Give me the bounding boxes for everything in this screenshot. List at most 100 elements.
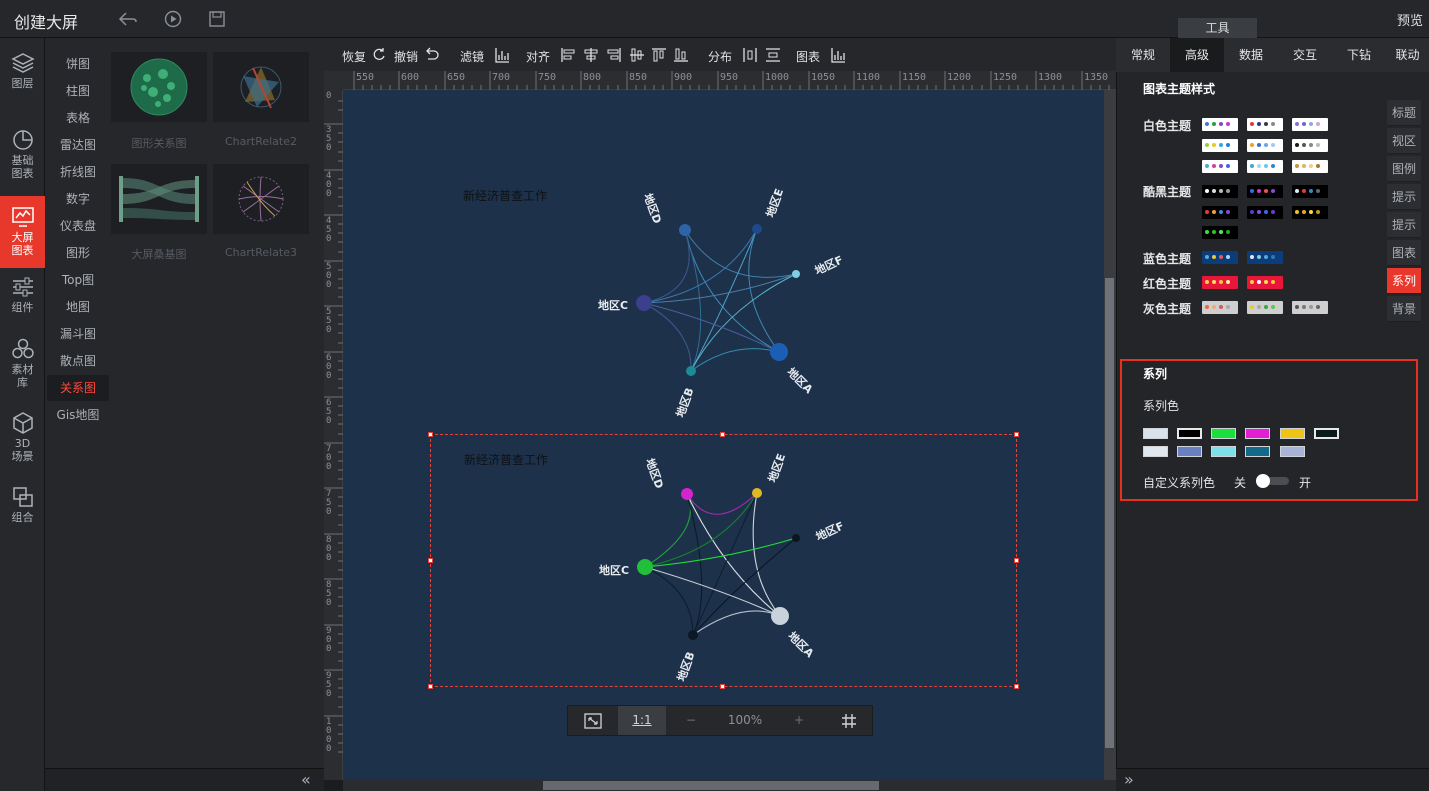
series-color-swatch[interactable] bbox=[1211, 428, 1236, 439]
side-tab-legend[interactable]: 图例 bbox=[1387, 156, 1421, 182]
align-top-icon[interactable] bbox=[651, 47, 667, 63]
side-tab-tooltip[interactable]: 提示 bbox=[1387, 184, 1421, 210]
series-color-swatch[interactable] bbox=[1280, 428, 1305, 439]
theme-swatch[interactable] bbox=[1202, 301, 1238, 314]
tab-linkage[interactable]: 联动 bbox=[1386, 38, 1429, 72]
tab-drilldown[interactable]: 下钻 bbox=[1332, 38, 1386, 72]
tab-advanced[interactable]: 高级 bbox=[1170, 38, 1224, 72]
theme-swatch[interactable] bbox=[1292, 301, 1328, 314]
distribute-button[interactable]: 分布 bbox=[708, 48, 732, 65]
redo-icon[interactable] bbox=[371, 47, 387, 63]
theme-swatch[interactable] bbox=[1292, 160, 1328, 173]
rail-item-group[interactable]: 组合 bbox=[0, 486, 45, 524]
collapse-right-icon[interactable]: » bbox=[1124, 770, 1134, 789]
actual-size-button[interactable]: 1:1 bbox=[618, 706, 666, 735]
category-item[interactable]: 表格 bbox=[47, 105, 109, 131]
theme-swatch[interactable] bbox=[1247, 276, 1283, 289]
series-color-swatch[interactable] bbox=[1143, 446, 1168, 457]
category-item[interactable]: 地图 bbox=[47, 294, 109, 320]
theme-swatch[interactable] bbox=[1202, 185, 1238, 198]
series-color-swatch[interactable] bbox=[1314, 428, 1339, 439]
thumb-chart-relate2[interactable] bbox=[213, 52, 309, 122]
selection-box[interactable] bbox=[428, 432, 1019, 689]
rail-item-basic-charts[interactable]: 基础图表 bbox=[0, 129, 45, 180]
side-tab-title[interactable]: 标题 bbox=[1387, 100, 1421, 126]
series-color-swatch[interactable] bbox=[1143, 428, 1168, 439]
undo-button[interactable]: 撤销 bbox=[394, 48, 418, 65]
tab-data[interactable]: 数据 bbox=[1224, 38, 1278, 72]
resize-handle[interactable] bbox=[1014, 684, 1019, 689]
thumb-graph-relation[interactable] bbox=[111, 52, 207, 122]
side-tab-background[interactable]: 背景 bbox=[1387, 296, 1421, 322]
align-left-icon[interactable] bbox=[560, 47, 576, 63]
resize-handle[interactable] bbox=[1014, 432, 1019, 437]
chart-icon[interactable] bbox=[494, 47, 510, 63]
side-tab-tooltip-text[interactable]: 提示文 bbox=[1387, 212, 1421, 258]
theme-swatch[interactable] bbox=[1202, 139, 1238, 152]
play-icon[interactable] bbox=[163, 9, 183, 29]
resize-handle[interactable] bbox=[428, 684, 433, 689]
theme-swatch[interactable] bbox=[1292, 118, 1328, 131]
theme-swatch[interactable] bbox=[1247, 185, 1283, 198]
resize-handle[interactable] bbox=[720, 432, 725, 437]
theme-swatch[interactable] bbox=[1247, 206, 1283, 219]
rail-item-layers[interactable]: 图层 bbox=[0, 52, 45, 90]
rail-item-3d-scene[interactable]: 3D场景 bbox=[0, 412, 45, 463]
theme-swatch[interactable] bbox=[1292, 185, 1328, 198]
grid-toggle-button[interactable] bbox=[824, 706, 874, 735]
tab-general[interactable]: 常规 bbox=[1116, 38, 1170, 72]
category-item[interactable]: 数字 bbox=[47, 186, 109, 212]
category-item[interactable]: 漏斗图 bbox=[47, 321, 109, 347]
theme-swatch[interactable] bbox=[1292, 139, 1328, 152]
align-center-icon[interactable] bbox=[583, 47, 599, 63]
series-color-swatch[interactable] bbox=[1177, 446, 1202, 457]
category-item[interactable]: Gis地图 bbox=[47, 402, 109, 428]
align-button[interactable]: 对齐 bbox=[526, 48, 550, 65]
rail-item-big-screen-charts[interactable]: 大屏图表 bbox=[0, 196, 45, 268]
undo-icon[interactable] bbox=[424, 47, 440, 63]
category-item[interactable]: Top图 bbox=[47, 267, 109, 293]
theme-swatch[interactable] bbox=[1202, 226, 1238, 239]
zoom-in-button[interactable]: + bbox=[774, 706, 824, 735]
series-color-swatch[interactable] bbox=[1245, 428, 1270, 439]
category-item[interactable]: 仪表盘 bbox=[47, 213, 109, 239]
collapse-left-icon[interactable]: « bbox=[301, 770, 311, 789]
align-bottom-icon[interactable] bbox=[673, 47, 689, 63]
side-tab-viewport[interactable]: 视区 bbox=[1387, 128, 1421, 154]
distribute-vertical-icon[interactable] bbox=[765, 47, 781, 63]
chart-button[interactable]: 图表 bbox=[796, 48, 820, 65]
thumb-sankey[interactable] bbox=[111, 164, 207, 234]
resize-handle[interactable] bbox=[428, 432, 433, 437]
series-color-swatch[interactable] bbox=[1177, 428, 1202, 439]
align-middle-icon[interactable] bbox=[629, 47, 645, 63]
category-item[interactable]: 雷达图 bbox=[47, 132, 109, 158]
theme-swatch[interactable] bbox=[1202, 160, 1238, 173]
preview-button[interactable]: 预览 bbox=[1397, 10, 1423, 29]
category-item[interactable]: 柱图 bbox=[47, 78, 109, 104]
theme-swatch[interactable] bbox=[1202, 276, 1238, 289]
theme-swatch[interactable] bbox=[1247, 160, 1283, 173]
category-item[interactable]: 图形 bbox=[47, 240, 109, 266]
filter-button[interactable]: 滤镜 bbox=[460, 48, 484, 65]
series-color-swatch[interactable] bbox=[1280, 446, 1305, 457]
side-tab-series[interactable]: 系列 bbox=[1387, 268, 1421, 294]
zoom-out-button[interactable]: − bbox=[666, 706, 716, 735]
series-color-swatch[interactable] bbox=[1211, 446, 1236, 457]
align-right-icon[interactable] bbox=[606, 47, 622, 63]
save-icon[interactable] bbox=[207, 9, 227, 29]
horizontal-scroll-thumb[interactable] bbox=[543, 781, 879, 790]
resize-handle[interactable] bbox=[720, 684, 725, 689]
theme-swatch[interactable] bbox=[1247, 139, 1283, 152]
theme-swatch[interactable] bbox=[1292, 206, 1328, 219]
toggle-knob[interactable] bbox=[1256, 474, 1270, 488]
vertical-scroll-thumb[interactable] bbox=[1105, 278, 1114, 748]
theme-swatch[interactable] bbox=[1247, 301, 1283, 314]
theme-swatch[interactable] bbox=[1247, 251, 1283, 264]
category-item[interactable]: 折线图 bbox=[47, 159, 109, 185]
category-item[interactable]: 饼图 bbox=[47, 51, 109, 77]
chart-icon[interactable] bbox=[830, 47, 846, 63]
fit-screen-button[interactable] bbox=[568, 706, 618, 735]
category-item[interactable]: 散点图 bbox=[47, 348, 109, 374]
tools-tab[interactable]: 工具 bbox=[1178, 18, 1257, 38]
tab-interaction[interactable]: 交互 bbox=[1278, 38, 1332, 72]
